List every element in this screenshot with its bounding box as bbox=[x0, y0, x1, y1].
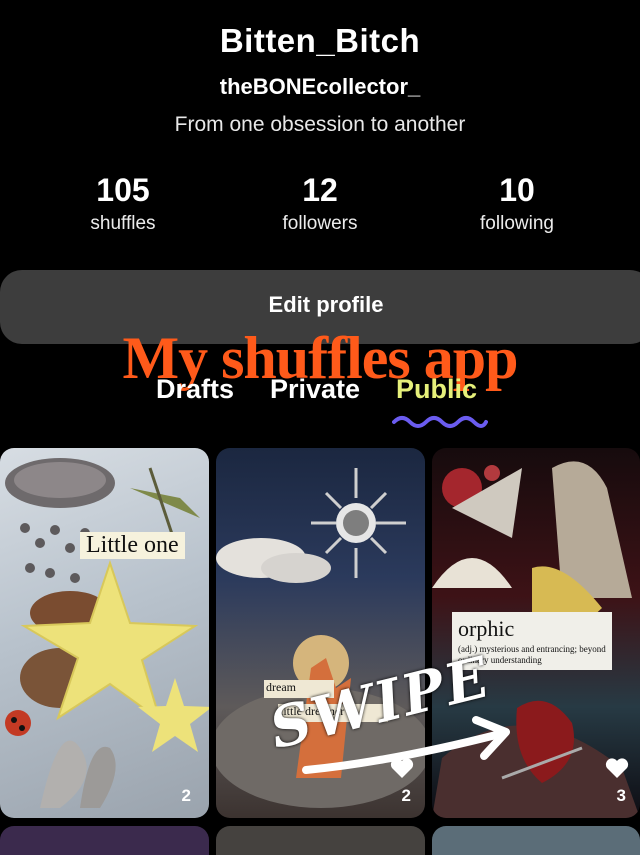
username: theBONEcollector_ bbox=[219, 74, 421, 99]
stat-following[interactable]: 10 following bbox=[427, 172, 607, 235]
tab-private[interactable]: Private bbox=[270, 374, 360, 405]
card-caption-word: orphic bbox=[458, 616, 515, 641]
bio: From one obsession to another bbox=[174, 113, 466, 136]
profile-stats: 105 shuffles 12 followers 10 following bbox=[0, 172, 640, 242]
stat-following-value: 10 bbox=[499, 172, 535, 208]
stat-shuffles[interactable]: 105 shuffles bbox=[33, 172, 213, 235]
tab-public[interactable]: Public bbox=[396, 374, 477, 405]
shuffle-card[interactable]: Little one 2 bbox=[0, 448, 209, 818]
shuffle-card-partial[interactable] bbox=[432, 826, 640, 855]
stat-followers-value: 12 bbox=[302, 172, 338, 208]
stat-shuffles-value: 105 bbox=[96, 172, 150, 208]
stat-followers-label: followers bbox=[282, 213, 358, 234]
like-count: 3 bbox=[616, 786, 626, 805]
heart-icon[interactable] bbox=[604, 756, 630, 780]
display-name: Bitten_Bitch bbox=[219, 22, 421, 59]
shuffle-card-partial[interactable] bbox=[216, 826, 425, 855]
like-count: 2 bbox=[181, 786, 191, 805]
stat-following-label: following bbox=[480, 213, 554, 234]
shuffle-card-partial[interactable] bbox=[0, 826, 209, 855]
active-tab-squiggle-indicator bbox=[392, 416, 488, 428]
swipe-arrow-icon bbox=[302, 716, 510, 774]
like-count: 2 bbox=[401, 786, 411, 805]
stat-followers[interactable]: 12 followers bbox=[230, 172, 410, 235]
collage-art bbox=[5, 458, 209, 808]
stat-shuffles-label: shuffles bbox=[90, 213, 156, 234]
tab-drafts[interactable]: Drafts bbox=[156, 374, 234, 405]
card-caption: Little one bbox=[80, 532, 185, 559]
shuffle-tabs: Drafts Private Public bbox=[0, 374, 640, 424]
